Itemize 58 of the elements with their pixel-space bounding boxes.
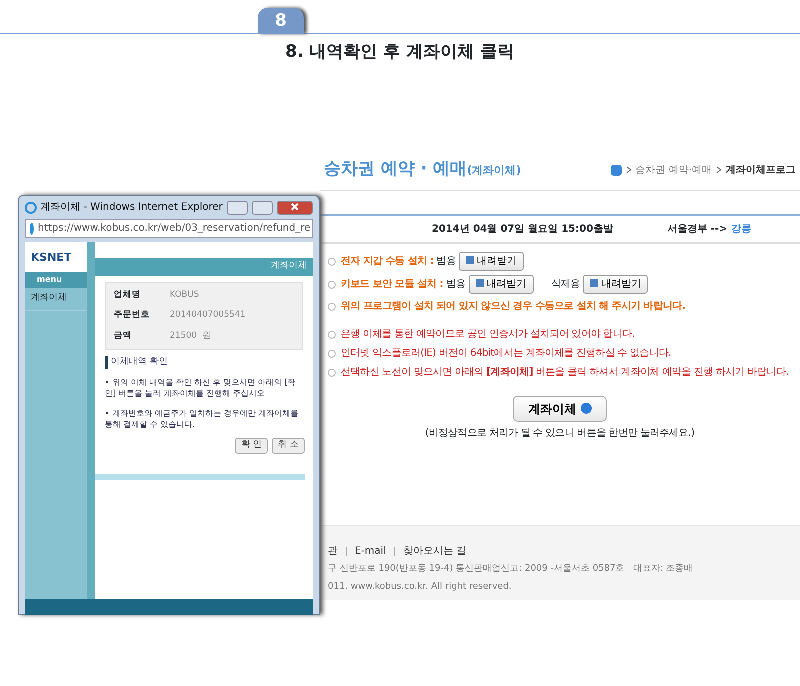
download-button[interactable]: 내려받기: [458, 252, 524, 271]
notice-text: 은행 이체를 통한 예약이므로 공인 인증서가 설치되어 있어야 합니다.: [341, 328, 635, 342]
section-title: 이체내역 확인: [105, 356, 303, 370]
footer-text: 011. www.kobus.co.kr. All right reserved.: [328, 580, 513, 594]
section-header: 계좌이체: [95, 258, 313, 276]
download-button[interactable]: 내려받기: [468, 275, 534, 294]
install-label: 키보드 보안 모듈 설치 :: [341, 278, 444, 292]
info-value: 20140407005541: [170, 310, 246, 320]
install-label: 위의 프로그램이 설치 되어 있지 않으신 경우 수동으로 설치 해 주시기 바랍니다.: [341, 300, 686, 314]
maximize-button[interactable]: [252, 200, 273, 214]
home-icon[interactable]: [610, 164, 622, 176]
chevron-icon: [716, 166, 722, 174]
confirm-button[interactable]: 확 인: [235, 438, 268, 454]
minimize-button[interactable]: [226, 200, 248, 214]
page-title: 승차권 예약 · 예매(계좌이체): [324, 158, 522, 182]
transfer-note: (비정상적으로 처리가 될 수 있으니 버튼을 한번만 눌러주세요.): [424, 427, 696, 441]
trip-date: 2014년 04월 07일 월요일 15:00출발: [432, 222, 614, 236]
notice-text: 인터넷 익스플로러(IE) 버전이 64bit에서는 계좌이체를 진행하실 수 없습니다.: [341, 347, 672, 361]
cancel-button[interactable]: 취 소: [272, 438, 305, 454]
download-label: 범용: [446, 278, 466, 292]
bullet-icon: [328, 368, 336, 376]
info-label: 주문번호: [114, 309, 151, 322]
bullet-icon: [328, 350, 336, 358]
logo-text: KSNET: [25, 242, 87, 272]
footer-text: 구 신반포로 190(반포동 19-4) 통신판매업신고: 2009 -서울서초 0587호 대표자: 조종배: [328, 563, 694, 576]
breadcrumb-link[interactable]: 승차권 예약·예매: [636, 162, 712, 178]
info-label: 업체명: [114, 288, 142, 302]
close-button[interactable]: [276, 200, 313, 214]
info-value: 21500 원: [170, 331, 212, 341]
install-label: 전자 지갑 수동 설치 :: [341, 255, 434, 269]
instruction-text: • 위의 이체 내역을 확인 하신 후 맞으시면 아래의 [확인] 버튼을 눌러 계좌이체를 진행해 주십시오: [105, 377, 297, 400]
info-label: 금액: [114, 330, 133, 343]
footer-link[interactable]: 찾아오시는 길: [403, 544, 467, 559]
footer-link[interactable]: 관: [328, 544, 338, 559]
bullet-icon: [328, 280, 336, 288]
trip-origin: 서울경부 -->: [667, 222, 728, 236]
bullet-icon: [328, 330, 336, 338]
notice-text: 선택하신 노선이 맞으시면 아래의 [계좌이체] 버튼을 클릭 하셔서 계좌이체 예약을 진행 하시기 바랍니다.: [341, 366, 789, 380]
close-icon: [290, 202, 300, 212]
window-title: 계좌이체 - Windows Internet Explorer: [40, 201, 223, 215]
instruction-text: • 계좌번호와 예금주가 일치하는 경우에만 계좌이체를 통해 결제할 수 있습니다.: [105, 408, 300, 430]
trip-destination: 강릉: [732, 222, 752, 236]
chevron-icon: [626, 166, 632, 174]
step-badge: 8: [258, 8, 304, 34]
page-heading: 8. 내역확인 후 계좌이체 클릭: [284, 42, 516, 62]
menu-item[interactable]: 계좌이체: [25, 288, 87, 310]
bullet-icon: [328, 258, 336, 266]
bullet-icon: [328, 302, 336, 310]
download-label: 삭제용: [552, 278, 580, 292]
download-label: 범용: [436, 255, 456, 269]
info-value: KOBUS: [170, 290, 200, 300]
transfer-button[interactable]: 계좌이체: [513, 396, 607, 422]
footer-link[interactable]: E-mail: [355, 544, 386, 559]
download-button[interactable]: 내려받기: [583, 275, 648, 294]
url-text: https://www.kobus.co.kr/web/03_reservation/refund_re: [38, 222, 311, 236]
menu-label: menu: [25, 272, 87, 288]
breadcrumb-link[interactable]: 계좌이체프로그: [726, 162, 796, 178]
address-bar[interactable]: https://www.kobus.co.kr/web/03_reservation/refund_re: [25, 219, 313, 238]
